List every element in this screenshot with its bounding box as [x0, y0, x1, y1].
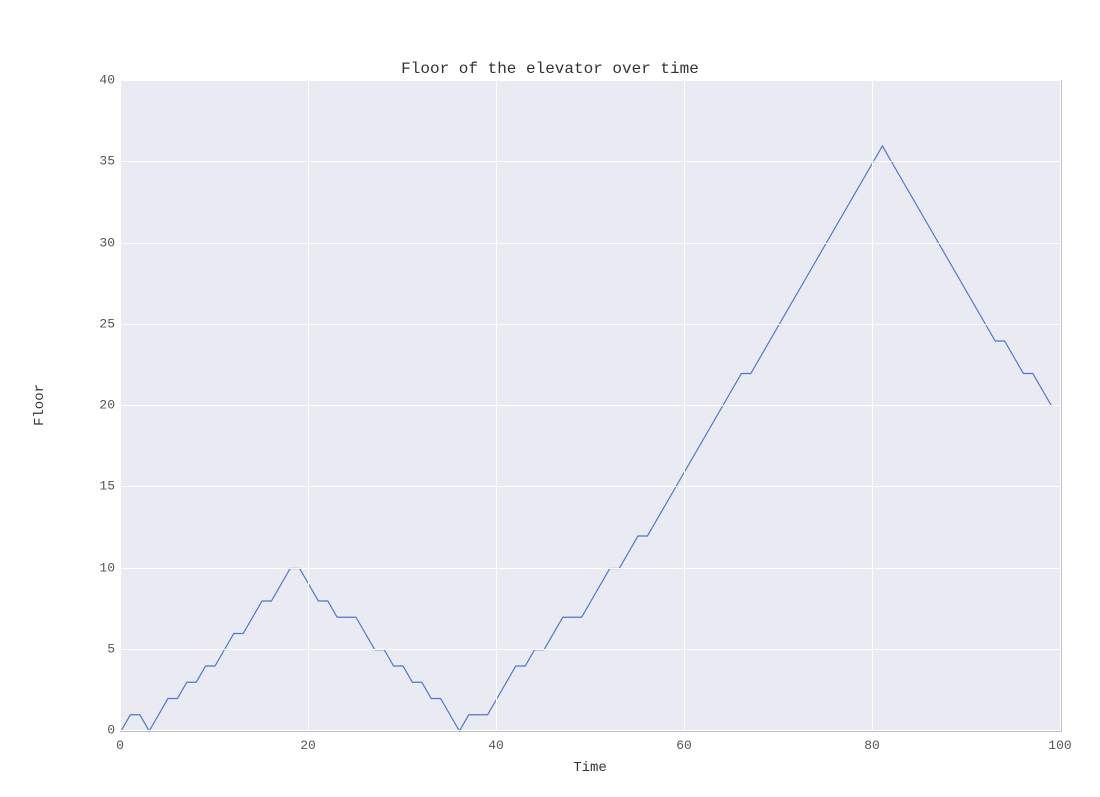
gridline-horizontal: [120, 486, 1060, 487]
gridline-horizontal: [120, 405, 1060, 406]
y-tick-label: 5: [85, 641, 115, 656]
gridline-horizontal: [120, 324, 1060, 325]
x-tick-label: 100: [1048, 738, 1071, 753]
gridline-horizontal: [120, 649, 1060, 650]
gridline-horizontal: [120, 730, 1060, 731]
gridline-horizontal: [120, 80, 1060, 81]
x-axis-label: Time: [120, 760, 1060, 776]
y-tick-label: 35: [85, 154, 115, 169]
x-tick-label: 0: [116, 738, 124, 753]
x-tick-label: 40: [488, 738, 504, 753]
y-tick-label: 15: [85, 479, 115, 494]
gridline-horizontal: [120, 568, 1060, 569]
y-tick-label: 0: [85, 723, 115, 738]
line-series: [121, 81, 1061, 731]
figure: Floor of the elevator over time Time Flo…: [0, 0, 1100, 797]
plot-area: [120, 80, 1062, 732]
gridline-horizontal: [120, 161, 1060, 162]
y-tick-label: 10: [85, 560, 115, 575]
x-tick-label: 20: [300, 738, 316, 753]
gridline-vertical: [1060, 80, 1061, 730]
y-tick-label: 20: [85, 398, 115, 413]
x-tick-label: 60: [676, 738, 692, 753]
x-tick-label: 80: [864, 738, 880, 753]
y-axis-label: Floor: [32, 355, 48, 455]
y-tick-label: 25: [85, 316, 115, 331]
y-tick-label: 30: [85, 235, 115, 250]
elevator-floor-line: [121, 146, 1052, 731]
gridline-horizontal: [120, 243, 1060, 244]
y-tick-label: 40: [85, 73, 115, 88]
chart-title: Floor of the elevator over time: [0, 60, 1100, 78]
